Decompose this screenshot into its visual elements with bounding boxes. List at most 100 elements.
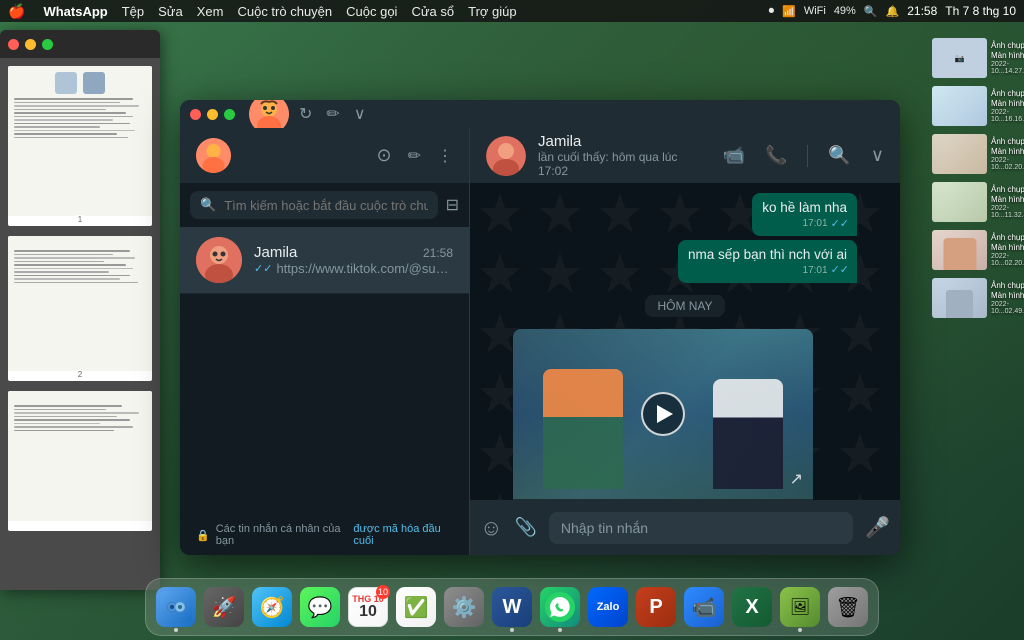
tiktok-play-button[interactable] [641,392,685,436]
menubar-window[interactable]: Cửa sổ [411,4,454,19]
menubar-conversation[interactable]: Cuộc trò chuyện [237,4,332,19]
desktop-file-4[interactable]: Ảnh chụp Màn hình 2022-10...11.32.48 [930,180,1018,224]
menubar-file[interactable]: Tệp [122,4,144,19]
menubar-call[interactable]: Cuộc gọi [346,4,397,19]
wa-titlebar: ↻ ✏ ∨ [180,100,900,128]
wa-encrypted-link[interactable]: được mã hóa đầu cuối [353,523,453,547]
wa-encrypted-notice: 🔒 Các tin nhắn cá nhân của bạn được mã h… [180,515,469,555]
desktop-file-6[interactable]: Ảnh chụp Màn hình 2022-10...02.49.26 [930,276,1018,320]
word-dot [510,628,514,632]
menubar: 🍎 WhatsApp Tệp Sửa Xem Cuộc trò chuyện C… [0,0,1024,22]
close-button[interactable] [8,39,19,50]
wa-video-call-icon[interactable]: 📹 [723,145,745,166]
dock-word[interactable]: W [490,585,534,629]
wa-input-placeholder: Nhập tin nhắn [561,520,648,536]
wa-menu-icon[interactable]: ⋮ [437,146,453,166]
desktop-file-5[interactable]: Ảnh chụp Màn hình 2022-10...02.20.28 [930,228,1018,272]
pdf-thumbnail-page-2[interactable]: 2 [8,236,152,381]
apple-menu[interactable]: 🍎 [8,3,25,20]
zalo-icon: Zalo [588,587,628,627]
file-thumbnail-6 [932,278,987,318]
dock-calendar[interactable]: THG 10 10 10 [346,585,390,629]
wa-my-avatar[interactable] [196,138,231,173]
file-thumbnail-3 [932,134,987,174]
dock-launchpad[interactable]: 🚀 [202,585,246,629]
file-date-2: 2022-10...16.16.15 [991,109,1024,123]
file-thumbnail-1: 📷 [932,38,987,78]
wa-search-icon: 🔍 [200,197,216,213]
tiktok-share-icon[interactable]: ↗ [790,469,803,489]
menubar-help[interactable]: Trợ giúp [468,4,517,19]
dock-trash[interactable]: 🗑 [826,585,870,629]
wa-mic-icon[interactable]: 🎤 [865,515,890,540]
menubar-date: Th 7 8 thg 10 [945,4,1016,18]
dock-reminders[interactable]: ✅ [394,585,438,629]
wa-more-options-icon[interactable]: ∨ [871,145,884,166]
dock-zoom[interactable]: 📹 [682,585,726,629]
pdf-thumbnail-page-1[interactable]: 1 [8,66,152,226]
battery-icon[interactable]: 49% [834,5,856,17]
file-info-6: Ảnh chụp Màn hình 2022-10...02.49.26 [991,281,1024,314]
wa-new-chat-icon[interactable]: ✏ [408,146,421,166]
dock-finder[interactable] [154,585,198,629]
wa-search-bar: 🔍 ⊟ [180,183,469,227]
menubar-view[interactable]: Xem [197,4,224,19]
file-thumbnail-5 [932,230,987,270]
wa-minimize-button[interactable] [207,109,218,120]
dock-safari[interactable]: 🧭 [250,585,294,629]
bluetooth-icon: 📶 [782,5,796,18]
wa-attach-icon[interactable]: 📎 [514,517,536,538]
wa-chat-item-jamila[interactable]: Jamila 21:58 ✓✓ https://www.tiktok.com/@… [180,227,469,294]
wa-search-chat-icon[interactable]: 🔍 [828,145,850,166]
finder-dot [174,628,178,632]
wa-message-input-box[interactable]: Nhập tin nhắn [549,512,853,544]
dock-powerpoint[interactable]: P [634,585,678,629]
wa-emoji-icon[interactable]: ☺ [480,515,502,541]
wa-refresh-icon[interactable]: ↻ [299,104,312,124]
wa-maximize-button[interactable] [224,109,235,120]
menubar-edit[interactable]: Sửa [158,4,183,19]
wa-input-area: ☺ 📎 Nhập tin nhắn 🎤 [470,500,900,555]
file-thumbnail-4 [932,182,987,222]
file-info-4: Ảnh chụp Màn hình 2022-10...11.32.48 [991,185,1024,218]
dock-preview[interactable]: 🖼 [778,585,822,629]
wa-chat-contact-avatar[interactable] [486,136,526,176]
dock-zalo[interactable]: Zalo [586,585,630,629]
maximize-button[interactable] [42,39,53,50]
wa-jamila-info: Jamila 21:58 ✓✓ https://www.tiktok.com/@… [254,244,453,276]
notification-icon[interactable]: 🔔 [886,5,900,18]
wa-compose-icon[interactable]: ✏ [326,104,339,124]
dock-whatsapp[interactable] [538,585,582,629]
wa-msg-1-text: ko hề làm nha [762,200,847,215]
wifi-icon[interactable]: WiFi [804,5,826,17]
pdf-thumbnail-page-3[interactable] [8,391,152,531]
wa-jamila-avatar [196,237,242,283]
menubar-right: ⏺ 📶 WiFi 49% 🔍 🔔 21:58 Th 7 8 thg 10 [769,4,1016,18]
wa-chevron-icon[interactable]: ∨ [354,104,366,124]
dock-excel[interactable]: X [730,585,774,629]
file-date-6: 2022-10...02.49.26 [991,301,1024,315]
minimize-button[interactable] [25,39,36,50]
wa-status-icon[interactable]: ⊙ [377,145,392,166]
wa-search-wrap[interactable]: 🔍 [190,191,438,219]
wa-filter-icon[interactable]: ⊟ [446,195,459,215]
wa-encrypted-text: Các tin nhắn cá nhân của bạn [216,523,348,547]
wa-chat-area: Jamila lần cuối thấy: hôm qua lúc 17:02 … [470,128,900,555]
wa-close-button[interactable] [190,109,201,120]
menubar-app-name[interactable]: WhatsApp [43,4,107,19]
menubar-left: 🍎 WhatsApp Tệp Sửa Xem Cuộc trò chuyện C… [8,3,517,20]
launchpad-icon: 🚀 [204,587,244,627]
pdf-text-lines-2 [14,250,146,283]
tiktok-play-triangle [657,405,673,423]
wa-tiktok-card[interactable]: ↗ Join TikTok and see what I've been up … [513,329,813,500]
wa-voice-call-icon[interactable]: 📞 [765,145,787,166]
desktop-file-1[interactable]: 📷 Ảnh chụp Màn hình 2022-10...14.27.40 [930,36,1018,80]
desktop-file-3[interactable]: Ảnh chụp Màn hình 2022-10...02.20.01 [930,132,1018,176]
dock: 🚀 🧭 💬 THG 10 10 10 ✅ ⚙️ W [145,578,879,636]
wa-search-input[interactable] [224,198,427,213]
search-menubar-icon[interactable]: 🔍 [864,5,878,18]
file-name-2: Ảnh chụp Màn hình [991,89,1024,108]
desktop-file-2[interactable]: Ảnh chụp Màn hình 2022-10...16.16.15 [930,84,1018,128]
dock-settings[interactable]: ⚙️ [442,585,486,629]
dock-messages[interactable]: 💬 [298,585,342,629]
